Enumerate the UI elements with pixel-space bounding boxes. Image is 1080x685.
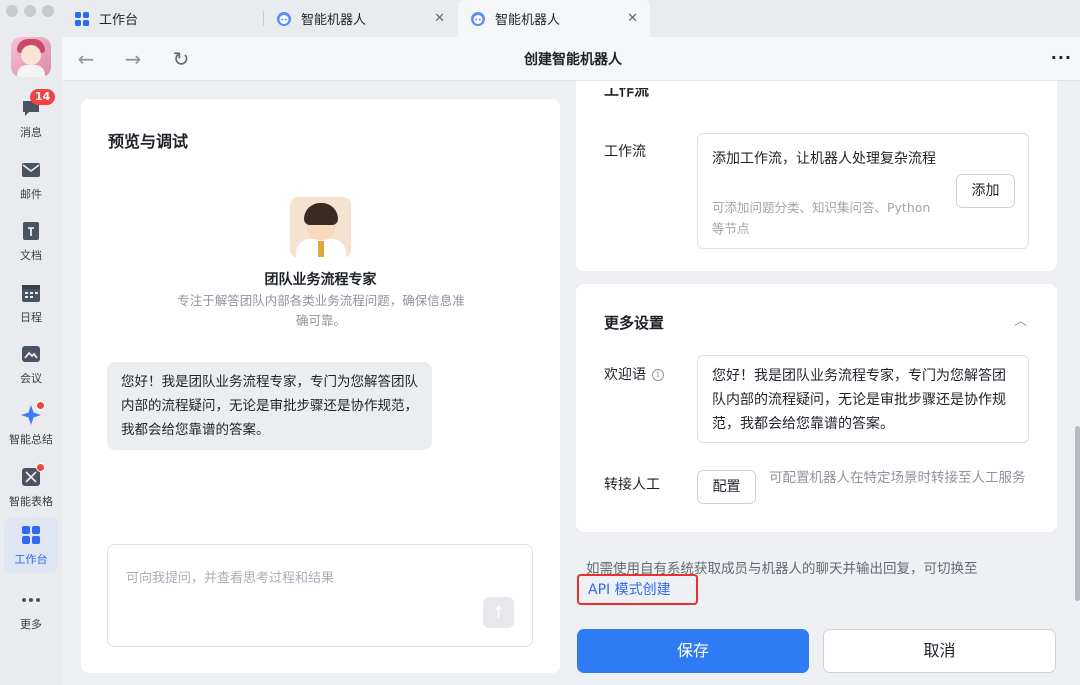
tab-bar: 工作台 智能机器人 ✕ 智能机器人 ✕	[62, 0, 1080, 37]
rail-item-more[interactable]: 更多	[4, 583, 58, 637]
more-settings-card: 更多设置 ︿ 欢迎语 i 您好！我是团队业务流程专家，专门为您解答团队内部的流程疑…	[576, 284, 1057, 532]
transfer-description: 可配置机器人在特定场景时转接至人工服务	[769, 470, 1026, 486]
rail-label: 文档	[20, 248, 42, 262]
chat-input-placeholder: 可向我提问，并查看思考过程和结果	[126, 571, 335, 586]
workflow-section-title: 工作流	[604, 88, 650, 99]
rail-item-docs[interactable]: 文档	[4, 214, 58, 268]
tab-workbench[interactable]: 工作台	[62, 0, 262, 37]
rail-label: 工作台	[14, 552, 48, 566]
tab-label: 智能机器人	[495, 13, 561, 28]
mail-icon	[20, 159, 42, 181]
rail-label: 日程	[20, 310, 42, 324]
sparkle-icon	[20, 400, 45, 426]
rail-item-messages[interactable]: 14 消息	[4, 88, 58, 145]
rail-item-smart-sheet[interactable]: 智能表格	[4, 460, 58, 514]
rail-label: 智能总结	[9, 432, 53, 446]
cancel-button[interactable]: 取消	[823, 629, 1056, 673]
robot-icon	[470, 11, 486, 27]
workflow-label: 工作流	[604, 144, 646, 160]
chevron-up-icon[interactable]: ︿	[1014, 310, 1027, 329]
welcome-label: 欢迎语 i	[604, 364, 664, 384]
zoom-window-button[interactable]	[42, 5, 54, 17]
user-avatar[interactable]	[11, 37, 51, 77]
rail-label: 会议	[20, 371, 42, 385]
info-icon[interactable]: i	[652, 369, 664, 381]
grid-icon	[20, 524, 42, 546]
tab-label: 工作台	[99, 13, 139, 28]
minimize-window-button[interactable]	[24, 5, 36, 17]
rail-label: 邮件	[20, 187, 42, 201]
send-button[interactable]: ↑	[483, 597, 514, 628]
rail-item-smart-summary[interactable]: 智能总结	[4, 398, 58, 452]
notification-dot	[36, 400, 45, 410]
workflow-sub-text: 可添加问题分类、知识集问答、Python等节点	[712, 200, 931, 236]
tab-smart-robot-1[interactable]: 智能机器人 ✕	[264, 0, 457, 37]
rail-item-mail[interactable]: 邮件	[4, 153, 58, 207]
rail-item-workbench[interactable]: 工作台	[4, 517, 58, 573]
window-controls	[6, 5, 54, 17]
tab-label: 智能机器人	[301, 13, 367, 28]
rail-label: 智能表格	[9, 494, 53, 508]
app-rail: 14 消息 邮件 文档 日程 会议 智能总结 智能表格 工作台 更多	[0, 0, 62, 685]
rail-label: 更多	[20, 617, 42, 631]
workflow-box: 添加工作流，让机器人处理复杂流程 可添加问题分类、知识集问答、Python等节点…	[697, 133, 1029, 249]
more-options-button[interactable]: ···	[1051, 48, 1072, 67]
rail-item-meetings[interactable]: 会议	[4, 337, 58, 391]
meeting-icon	[20, 343, 42, 365]
welcome-message-field[interactable]: 您好！我是团队业务流程专家，专门为您解答团队内部的流程疑问，无论是审批步骤还是协…	[697, 355, 1029, 443]
main-content: 预览与调试 团队业务流程专家 专注于解答团队内部各类业务流程问题，确保信息准确可…	[62, 81, 1080, 685]
transfer-label: 转接人工	[604, 477, 660, 493]
save-button[interactable]: 保存	[577, 629, 809, 673]
api-mode-link[interactable]: API 模式创建	[588, 581, 671, 599]
nav-bar: ← → ↻ 创建智能机器人 ···	[62, 37, 1080, 81]
preview-panel: 预览与调试 团队业务流程专家 专注于解答团队内部各类业务流程问题，确保信息准确可…	[81, 99, 560, 673]
smart-sheet-icon	[20, 462, 45, 488]
preview-title: 预览与调试	[108, 132, 189, 151]
chat-input[interactable]: 可向我提问，并查看思考过程和结果 ↑	[107, 544, 533, 647]
rail-item-calendar[interactable]: 日程	[4, 276, 58, 330]
notification-dot	[36, 462, 45, 472]
chat-bubble-icon: 14	[20, 88, 56, 119]
bot-name: 团队业务流程专家	[264, 272, 377, 288]
greeting-message: 您好！我是团队业务流程专家，专门为您解答团队内部的流程疑问，无论是审批步骤还是协…	[107, 362, 432, 450]
tab-smart-robot-2[interactable]: 智能机器人 ✕	[458, 0, 650, 37]
close-icon[interactable]: ✕	[627, 11, 638, 26]
bot-description: 专注于解答团队内部各类业务流程问题，确保信息准确可靠。	[177, 293, 465, 328]
robot-icon	[276, 11, 292, 27]
grid-icon	[74, 11, 90, 27]
scrollbar[interactable]	[1075, 426, 1080, 601]
bot-avatar	[290, 197, 351, 258]
workflow-card: 工作流 ︿ 工作流 添加工作流，让机器人处理复杂流程 可添加问题分类、知识集问答…	[576, 81, 1057, 271]
close-window-button[interactable]	[6, 5, 18, 17]
unread-badge: 14	[30, 88, 56, 105]
rail-label: 消息	[20, 125, 42, 139]
page-title: 创建智能机器人	[524, 52, 622, 68]
workflow-main-text: 添加工作流，让机器人处理复杂流程	[712, 151, 936, 167]
document-icon	[20, 220, 42, 242]
chevron-up-icon[interactable]: ︿	[1015, 83, 1027, 91]
welcome-label-text: 欢迎语	[604, 367, 646, 383]
calendar-icon	[20, 282, 42, 304]
configure-button[interactable]: 配置	[697, 470, 756, 504]
more-icon	[20, 589, 42, 611]
close-icon[interactable]: ✕	[434, 11, 445, 26]
add-workflow-button[interactable]: 添加	[956, 174, 1015, 208]
more-settings-title: 更多设置	[604, 314, 665, 332]
